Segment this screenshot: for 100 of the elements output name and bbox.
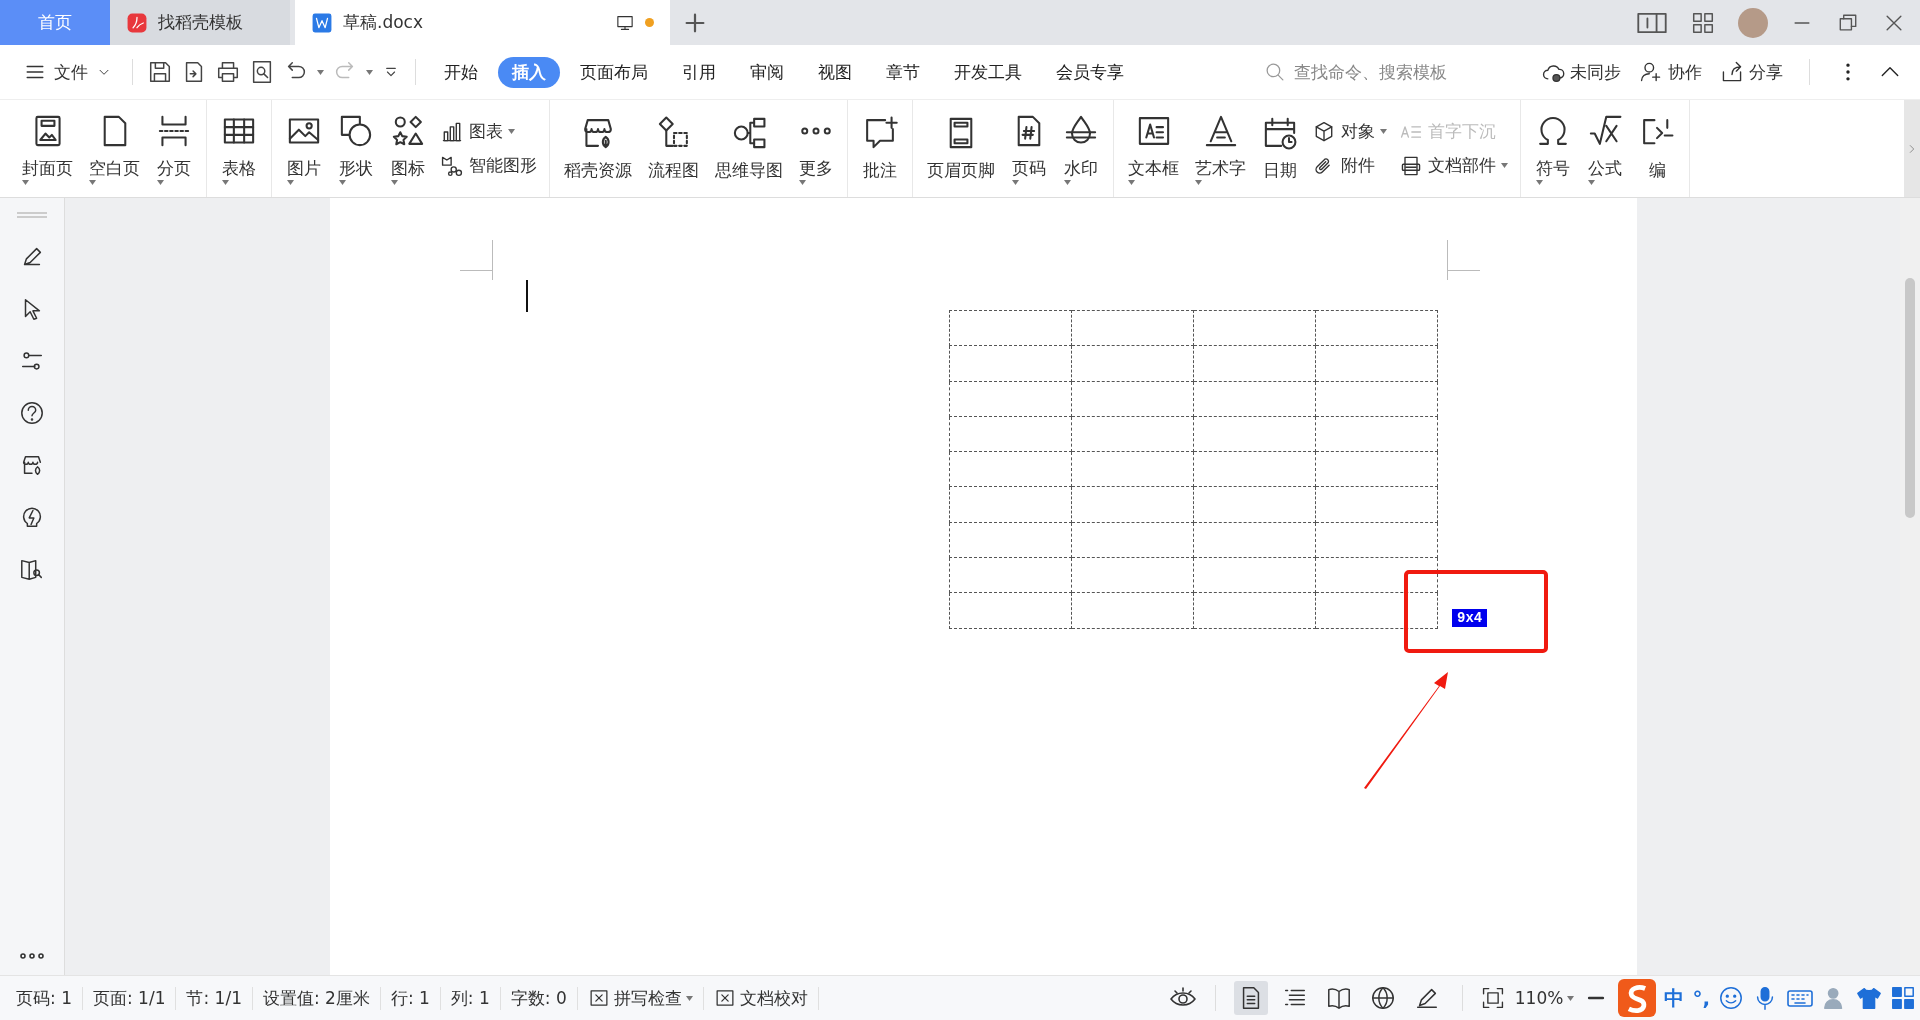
caret-icon [1588, 179, 1595, 185]
ribbon-button[interactable]: 文档部件 [1399, 153, 1508, 178]
ime-logo-icon[interactable] [1618, 979, 1657, 1017]
ribbon-tab[interactable]: 页面布局 [566, 56, 662, 88]
status-item: 列: 1 [440, 986, 501, 1010]
save-icon[interactable] [147, 59, 173, 85]
ime-language[interactable]: 中 [1664, 984, 1685, 1012]
ribbon-tab[interactable]: 引用 [668, 56, 730, 88]
drag-handle[interactable] [17, 212, 47, 218]
caret-icon [22, 179, 29, 185]
print-icon[interactable] [215, 59, 241, 85]
globe-icon [1369, 985, 1396, 1011]
toolbar-action[interactable]: 未同步 [1541, 60, 1621, 84]
writer-doc-icon [311, 11, 333, 34]
caret-icon [508, 129, 515, 134]
caret-icon [391, 179, 398, 185]
caret-icon [1064, 179, 1071, 185]
caret-icon [1128, 179, 1135, 185]
ribbon-button[interactable]: 图表 [440, 119, 537, 144]
caret-icon [339, 179, 346, 185]
docer-logo-icon [126, 11, 148, 34]
ribbon-tab[interactable]: 视图 [804, 56, 866, 88]
status-item: 行: 1 [380, 986, 441, 1010]
search-field[interactable]: 查找命令、搜索模板 [1264, 61, 1484, 83]
status-item: 页面: 1/1 [82, 986, 177, 1010]
zoom-level[interactable]: 110% [1514, 988, 1575, 1008]
ribbon-button[interactable]: 表格 [213, 106, 265, 191]
caret-icon [1380, 129, 1387, 134]
ribbon-button[interactable]: 更多 [791, 106, 841, 191]
toolbar-action[interactable]: 分享 [1720, 60, 1783, 84]
caret-icon [1536, 179, 1543, 185]
ribbon-button[interactable]: 流程图 [640, 109, 707, 188]
fit-screen-icon[interactable] [1480, 986, 1505, 1010]
ribbon-tab[interactable]: 开发工具 [940, 56, 1036, 88]
book-x-icon [713, 987, 736, 1009]
status-item: 节: 1/1 [176, 986, 253, 1010]
ribbon-button[interactable]: 附件 [1312, 153, 1387, 178]
ribbon-button[interactable]: 图标 [382, 106, 434, 191]
ribbon-button[interactable]: 编 [1631, 109, 1683, 188]
status-item: 设置值: 2厘米 [252, 986, 381, 1010]
ribbon-button[interactable]: 艺术字 [1187, 106, 1254, 191]
reading-book-icon [1325, 985, 1352, 1011]
caret-icon [222, 179, 229, 185]
caret-icon [1501, 163, 1508, 168]
ime-punctuation[interactable]: °, [1692, 986, 1710, 1010]
caret-icon [366, 69, 373, 75]
ribbon-button[interactable]: 批注 [854, 109, 906, 188]
caret-icon [89, 179, 96, 185]
apps-grid-icon[interactable] [1890, 985, 1916, 1011]
ribbon-button[interactable]: 图片 [278, 106, 330, 191]
status-item: 字数: 0 [500, 986, 578, 1010]
ribbon-button[interactable]: 智能图形 [440, 153, 537, 178]
ribbon-button[interactable]: 符号 [1527, 106, 1579, 191]
text-cursor [526, 280, 528, 312]
share-icon [1720, 60, 1744, 84]
caret-icon [799, 179, 806, 185]
ribbon-button[interactable]: 封面页 [14, 106, 81, 191]
caret-icon [317, 69, 324, 75]
status-item: 页码: 1 [6, 986, 83, 1010]
caret-icon [1567, 995, 1575, 1001]
ribbon-button[interactable]: 页码 [1003, 106, 1055, 191]
ribbon-button[interactable]: 页眉页脚 [919, 109, 1003, 188]
search-icon [1264, 61, 1286, 83]
file-menu[interactable]: 文件 [18, 60, 118, 84]
status-button[interactable]: 文档校对 [703, 986, 819, 1010]
help-icon[interactable] [19, 400, 45, 426]
smiley-icon[interactable] [1718, 985, 1744, 1011]
ribbon-tab[interactable]: 会员专享 [1042, 56, 1138, 88]
document-tab[interactable]: 草稿.docx [295, 0, 670, 45]
caret-icon [157, 179, 164, 185]
ribbon-button[interactable]: 文本框 [1120, 106, 1187, 191]
crop-mark [1444, 240, 1480, 280]
ribbon-tab[interactable]: 开始 [430, 56, 492, 88]
crop-mark [460, 240, 496, 280]
ribbon-button[interactable]: 空白页 [81, 106, 148, 191]
more-icon [801, 126, 831, 135]
view-mode-button[interactable] [1233, 981, 1268, 1015]
calendar-clock-icon [1262, 115, 1298, 151]
ribbon-button[interactable]: 思维导图 [707, 109, 791, 188]
add-user-icon [1639, 60, 1663, 84]
table-size-label: 9x4 [1452, 609, 1488, 627]
document-tab[interactable]: 找稻壳模板 [110, 0, 290, 45]
caret-icon [287, 179, 294, 185]
ribbon-tab[interactable]: 章节 [872, 56, 934, 88]
status-button[interactable]: 拼写检查 [577, 986, 704, 1010]
ribbon-button[interactable]: 分页 [148, 106, 200, 191]
more-icon[interactable] [20, 953, 44, 959]
ribbon-button[interactable]: 稻壳资源 [556, 109, 640, 188]
shirt-icon[interactable] [1856, 985, 1882, 1011]
caret-icon [685, 995, 693, 1001]
mind-map-icon [731, 115, 767, 151]
caret-icon [1195, 179, 1202, 185]
ribbon-button[interactable]: 公式 [1579, 106, 1631, 191]
caret-icon [1012, 179, 1019, 185]
ribbon-button[interactable]: 日期 [1254, 109, 1306, 188]
ribbon-button[interactable]: 水印 [1055, 106, 1107, 191]
ribbon-button[interactable]: 对象 [1312, 119, 1387, 144]
ribbon-button[interactable]: 形状 [330, 106, 382, 191]
toolbar-action[interactable]: 协作 [1639, 60, 1702, 84]
ribbon-tab[interactable]: 审阅 [736, 56, 798, 88]
